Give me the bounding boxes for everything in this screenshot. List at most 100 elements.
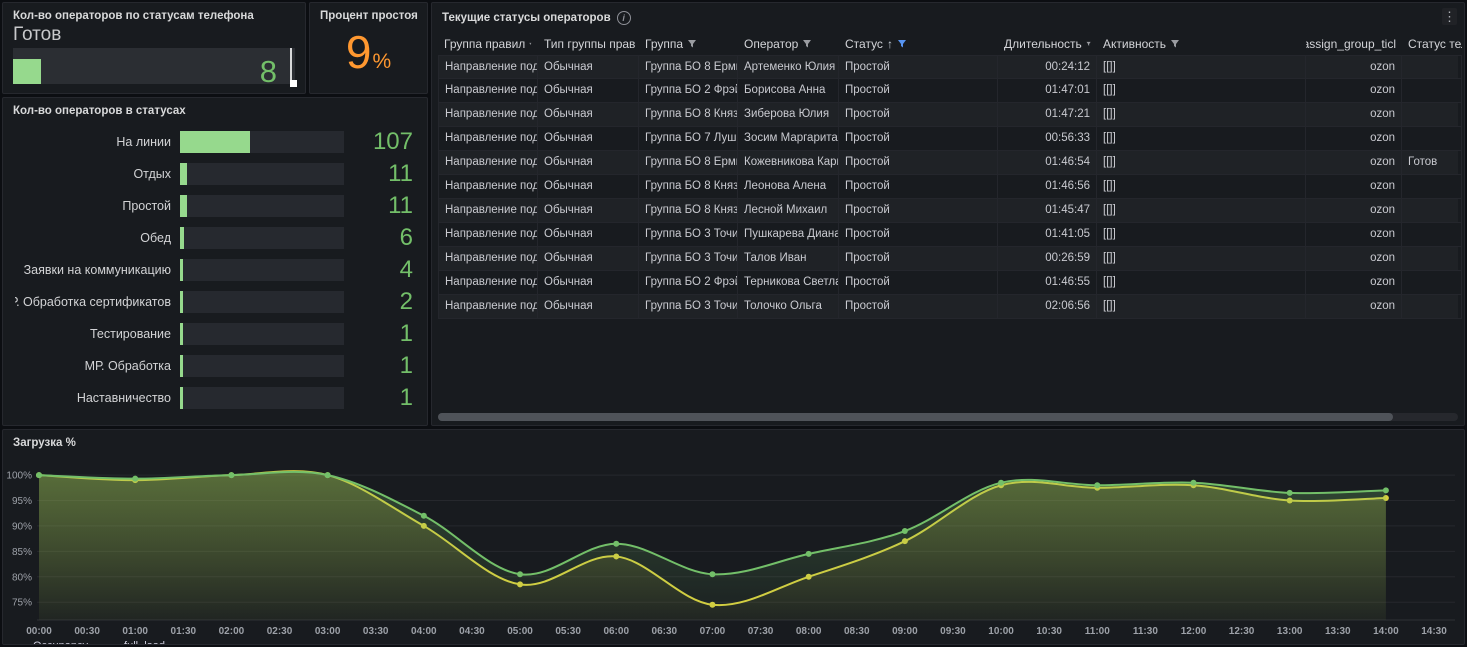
filter-icon[interactable]: [802, 39, 812, 49]
filter-icon[interactable]: [1086, 39, 1091, 49]
table-cell: Обычная: [538, 223, 639, 247]
filter-icon[interactable]: [529, 39, 532, 49]
table-cell: Группа БО 8 Князева: [639, 175, 738, 199]
horizontal-scrollbar-thumb[interactable]: [438, 413, 1393, 421]
legend-item[interactable]: Occupancy: [13, 640, 88, 645]
table-cell: ozon: [1306, 175, 1402, 199]
table-cell: Терникова Светлана: [738, 271, 839, 295]
table-cell: Обычная: [538, 247, 639, 271]
table-cell: 00:56:33: [998, 127, 1097, 151]
table-cell: Лесной Михаил: [738, 199, 839, 223]
y-axis-label: 75%: [12, 598, 32, 609]
table-column-header[interactable]: Группа: [639, 37, 738, 51]
table-cell: [[]]: [1097, 271, 1306, 295]
x-axis-label: 05:00: [507, 626, 533, 637]
stat-value: 9: [346, 29, 372, 75]
column-header-label: Группа: [645, 37, 683, 51]
status-bar-track: [180, 323, 344, 345]
data-point: [613, 541, 619, 547]
table-cell: [1402, 247, 1462, 271]
table-cell: 02:06:56: [998, 295, 1097, 319]
table-cell: Направление подде: [438, 247, 538, 271]
status-bar-track: [180, 227, 344, 249]
status-count-value: 107: [344, 130, 415, 154]
table-cell: Пушкарева Диана: [738, 223, 839, 247]
status-bar-fill: [180, 227, 184, 249]
status-bar-fill: [180, 355, 183, 377]
panel-menu-icon[interactable]: ⋮: [1442, 8, 1457, 25]
status-label: Тестирование: [15, 327, 180, 341]
stat-unit: %: [372, 50, 391, 74]
y-axis-label: 95%: [12, 496, 32, 507]
sort-asc-icon[interactable]: ↑: [887, 37, 893, 51]
table-row: Направление поддеОбычнаяГруппа БО 8 Ерми…: [438, 151, 1458, 175]
status-label: Обед: [15, 231, 180, 245]
table-column-header[interactable]: Группа правил: [438, 37, 538, 51]
column-header-label: Длительность: [1004, 37, 1082, 51]
filter-icon[interactable]: [1170, 39, 1180, 49]
legend-item[interactable]: full_load: [104, 640, 165, 645]
table-cell: Простой: [839, 271, 998, 295]
filter-icon[interactable]: [897, 39, 907, 49]
status-bar-fill: [180, 387, 183, 409]
table-cell: Обычная: [538, 127, 639, 151]
data-point: [806, 551, 812, 557]
status-bar-fill: [180, 291, 183, 313]
status-bar-fill: [180, 131, 250, 153]
column-header-label: Тип группы прав: [544, 37, 635, 51]
load-chart: 75%80%85%90%95%100%00:0000:3001:0001:300…: [3, 454, 1462, 638]
gauge-fill: [13, 59, 41, 83]
table-cell: [1402, 271, 1462, 295]
table-column-header[interactable]: Тип группы прав: [538, 37, 639, 51]
table-cell: ozon: [1306, 247, 1402, 271]
table-cell: Направление подде: [438, 223, 538, 247]
table-column-header[interactable]: Активность: [1097, 37, 1306, 51]
table-cell: Зосим Маргарита: [738, 127, 839, 151]
info-icon[interactable]: i: [617, 11, 631, 25]
table-cell: Направление подде: [438, 103, 538, 127]
status-count-value: 11: [344, 162, 415, 186]
table-row: Направление поддеОбычнаяГруппа БО 3 Точи…: [438, 223, 1458, 247]
table-row: Направление поддеОбычнаяГруппа БО 3 Точи…: [438, 295, 1458, 319]
data-point: [325, 472, 331, 478]
table-cell: [1402, 199, 1462, 223]
table-row: Направление поддеОбычнаяГруппа БО 8 Княз…: [438, 175, 1458, 199]
table-column-header[interactable]: Статус теле: [1402, 37, 1462, 51]
legend-swatch: [13, 644, 27, 645]
table-row: Направление поддеОбычнаяГруппа БО 8 Ерми…: [438, 55, 1458, 79]
table-cell: 01:45:47: [998, 199, 1097, 223]
panel-title: Кол-во операторов по статусам телефона: [3, 3, 305, 25]
table-column-header[interactable]: Оператор: [738, 37, 839, 51]
gauge-value: 8: [260, 56, 277, 87]
status-count-value: 1: [344, 386, 415, 410]
table-cell: 01:46:56: [998, 175, 1097, 199]
table-cell: Простой: [839, 175, 998, 199]
table-column-header[interactable]: Длительность: [998, 37, 1097, 51]
x-axis-label: 05:30: [555, 626, 581, 637]
table-cell: Направление подде: [438, 151, 538, 175]
table-column-header[interactable]: assign_group_ticl: [1306, 37, 1402, 51]
panel-title: Текущие статусы операторов: [442, 12, 611, 24]
table-cell: [[]]: [1097, 127, 1306, 151]
table-cell: [1402, 103, 1462, 127]
panel-status-counts: Кол-во операторов в статусах На линии107…: [2, 97, 428, 426]
status-count-row: Наставничество1: [3, 382, 427, 414]
table-cell: Простой: [839, 223, 998, 247]
table-cell: [[]]: [1097, 175, 1306, 199]
table-cell: [[]]: [1097, 103, 1306, 127]
filter-icon[interactable]: [687, 39, 697, 49]
status-count-value: 4: [344, 258, 415, 282]
status-bar-track: [180, 259, 344, 281]
table-cell: Группа БО 3 Точило: [639, 223, 738, 247]
table-cell: [[]]: [1097, 151, 1306, 175]
status-bar-fill: [180, 163, 187, 185]
status-bar-fill: [180, 195, 187, 217]
x-axis-label: 11:00: [1085, 626, 1110, 637]
table-column-header[interactable]: Статус↑: [839, 37, 998, 51]
status-count-row: Тестирование1: [3, 318, 427, 350]
series-area-Occupancy: [39, 472, 1386, 620]
table-cell: Группа БО 3 Точило: [639, 247, 738, 271]
status-count-value: 2: [344, 290, 415, 314]
table-cell: Группа БО 2 Фрэйс: [639, 79, 738, 103]
table-cell: [1402, 79, 1462, 103]
